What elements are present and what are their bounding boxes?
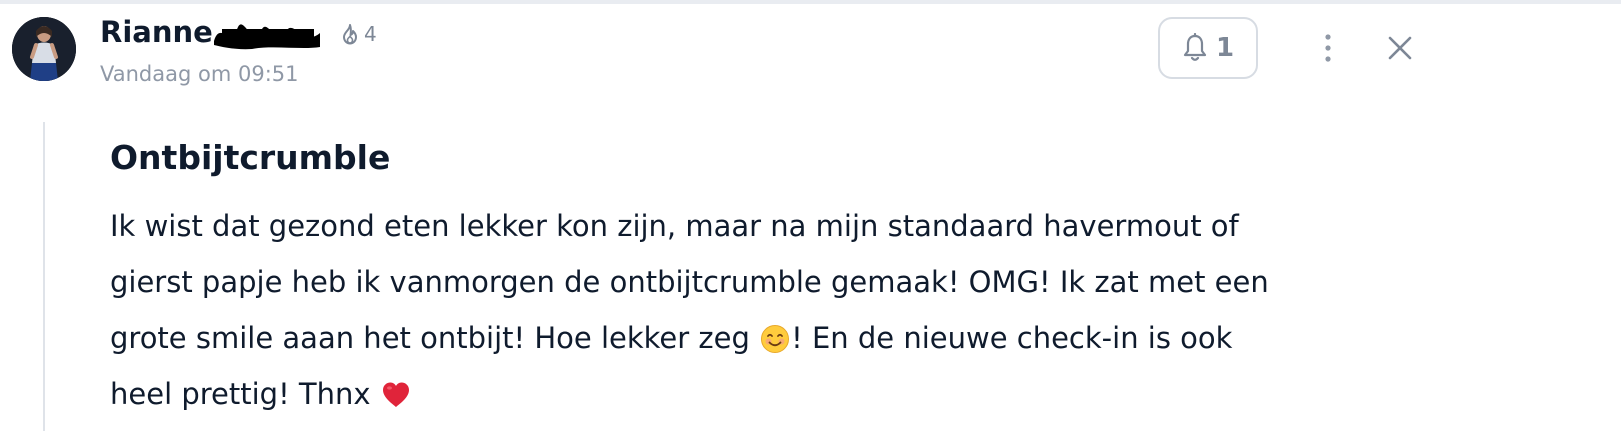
top-divider xyxy=(0,0,1621,4)
bell-icon xyxy=(1183,33,1207,61)
notification-count: 1 xyxy=(1215,33,1235,63)
more-options-button[interactable] xyxy=(1308,26,1348,70)
community-post: Rianne 4 Vandaag om 09:51 1 Ontbijtcrumb… xyxy=(0,0,1621,431)
post-body: Ik wist dat gezond eten lekker kon zijn,… xyxy=(110,198,1330,422)
post-body-text: grote smile aaan het ontbijt! Hoe lekker… xyxy=(110,321,750,355)
red-heart-emoji xyxy=(382,382,409,407)
notification-button[interactable]: 1 xyxy=(1158,17,1258,79)
close-icon xyxy=(1388,36,1412,60)
post-body-line: Ik wist dat gezond eten lekker kon zijn,… xyxy=(110,209,1239,243)
post-body-text: ! En de nieuwe check-in is ook xyxy=(791,321,1233,355)
post-body-line: grote smile aaan het ontbijt! Hoe lekker… xyxy=(110,310,1330,366)
post-body-text: heel prettig! Thnx xyxy=(110,377,371,411)
name-redaction-scribble xyxy=(214,24,320,50)
post-body-line: heel prettig! Thnx xyxy=(110,366,1330,422)
smiling-face-emoji xyxy=(761,325,790,353)
post-timestamp: Vandaag om 09:51 xyxy=(100,62,299,86)
author-name[interactable]: Rianne xyxy=(100,14,213,50)
streak-badge: 4 xyxy=(340,20,377,48)
post-body-line: gierst papje heb ik vanmorgen de ontbijt… xyxy=(110,265,1269,299)
thread-line xyxy=(43,122,45,431)
avatar[interactable] xyxy=(12,17,76,81)
flame-icon xyxy=(343,24,357,45)
post-title: Ontbijtcrumble xyxy=(110,138,391,177)
more-vertical-icon xyxy=(1325,34,1331,62)
streak-count: 4 xyxy=(364,22,377,46)
avatar-photo xyxy=(12,17,76,81)
close-button[interactable] xyxy=(1378,26,1422,70)
